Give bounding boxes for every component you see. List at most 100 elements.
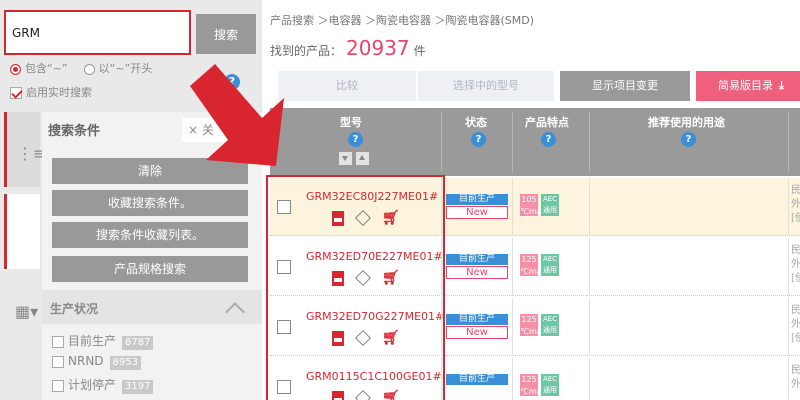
part-number-highlight-box [266, 175, 445, 400]
conditions-title: 搜索条件 [48, 124, 101, 139]
aec-icon: AEC 通用 [541, 194, 559, 216]
status-badge: 目前生产 New [446, 194, 508, 219]
help-icon[interactable]: ? [541, 132, 556, 147]
radio-contains-label: 包含“~” [25, 62, 68, 75]
cell-divider [788, 358, 789, 400]
search-button[interactable]: 搜索 [196, 14, 256, 54]
realtime-search-label: 启用实时搜索 [26, 86, 92, 99]
column-divider [512, 112, 513, 172]
found-number: 20937 [346, 36, 410, 60]
feature-icons: 125 ℃max AEC 通用 [520, 254, 559, 276]
help-icon[interactable]: ? [471, 132, 486, 147]
cell-divider [512, 238, 513, 296]
found-unit: 件 [413, 44, 426, 58]
cell-divider [512, 358, 513, 400]
temp-value: 125 [521, 315, 537, 324]
breadcrumb[interactable]: 产品搜索 ＞电容器 ＞陶瓷电容器 ＞陶瓷电容器(SMD) [270, 12, 534, 28]
save-search-button[interactable]: 收藏搜索条件。 [52, 190, 248, 216]
compare-button[interactable]: 比较 [278, 71, 416, 101]
filter-label: NRND [68, 354, 104, 368]
usage-cell: 民 外 [使 [791, 245, 800, 284]
cell-divider [788, 178, 789, 236]
chevron-up-icon[interactable] [228, 302, 242, 316]
close-conditions-button[interactable]: × 关 [182, 118, 237, 142]
status-text: 目前生产 [446, 314, 508, 325]
tree-view-tab[interactable]: ⋮≡ [4, 112, 46, 187]
column-divider [788, 112, 789, 172]
feature-icons: 125 ℃max AEC 通用 [520, 314, 559, 336]
cell-divider [788, 238, 789, 296]
radio-starts-with[interactable]: 以“~”开头 [83, 60, 153, 76]
aec-icon: AEC 通用 [541, 314, 559, 336]
download-icon: ⤓ [779, 79, 784, 92]
left-panel: 搜索 包含“~” 以“~”开头 ? 启用实时搜索 ⋮≡ ▦▾ 搜索条件 × 关 … [0, 0, 262, 400]
filter-current-production[interactable]: 目前生产 8787 [52, 332, 154, 350]
new-badge: New [446, 206, 508, 219]
radio-unselected-icon [83, 63, 95, 75]
filter-count: 8953 [109, 356, 141, 370]
filter-label: 计划停产 [68, 378, 117, 392]
temp-value: 105 [521, 195, 537, 204]
cell-divider [589, 178, 590, 236]
clear-button[interactable]: 清除 [52, 158, 248, 184]
temp-value: 125 [521, 375, 537, 384]
simple-catalog-label: 简易版目录 [718, 79, 774, 92]
temperature-icon: 125 ℃max [520, 314, 546, 336]
temperature-icon: 105 ℃max [520, 194, 546, 216]
help-icon[interactable]: ? [348, 132, 363, 147]
feature-icons: 105 ℃max AEC 通用 [520, 194, 559, 216]
search-conditions-panel: 搜索条件 × 关 清除 收藏搜索条件。 搜索条件收藏列表。 产品规格搜索 生产状… [42, 112, 262, 400]
sort-desc-icon[interactable] [339, 152, 352, 165]
column-features: 产品特点 [525, 116, 569, 129]
usage-cell: 民 外 [791, 365, 800, 390]
aec-icon: AEC 通用 [541, 254, 559, 276]
search-input[interactable] [4, 10, 191, 55]
status-text: 目前生产 [446, 374, 508, 385]
cell-divider [589, 238, 590, 296]
usage-cell: 民 外 [使 [791, 185, 800, 224]
checkbox-icon [52, 379, 64, 392]
column-model: 型号 [340, 116, 362, 129]
show-changes-button[interactable]: 显示项目变更 [560, 71, 690, 101]
cell-divider [512, 298, 513, 356]
filter-planned-discontinuation[interactable]: 计划停产 3197 [52, 376, 154, 394]
filter-count: 3197 [122, 380, 154, 394]
checkbox-checked-icon [10, 87, 22, 99]
checkbox-icon [52, 335, 64, 348]
temperature-icon: 125 ℃max [520, 374, 546, 396]
section-title: 生产状况 [50, 302, 99, 316]
filter-label: 目前生产 [68, 334, 117, 348]
table-filter-icon: ▦▾ [15, 302, 39, 321]
cell-divider [589, 298, 590, 356]
filter-nrnd[interactable]: NRND 8953 [52, 354, 141, 370]
column-usage: 推荐使用的用途 [648, 116, 725, 129]
radio-selected-icon [10, 63, 21, 75]
status-text: 目前生产 [446, 254, 508, 265]
results-count: 找到的产品： 20937 件 [270, 36, 426, 60]
simple-catalog-button[interactable]: 简易版目录 ⤓ [696, 71, 800, 101]
status-badge: 目前生产 New [446, 254, 508, 279]
table-view-tab[interactable]: ▦▾ [4, 194, 40, 321]
production-status-section[interactable]: 生产状况 [42, 290, 262, 324]
aec-icon: AEC 通用 [541, 374, 559, 396]
status-text: 目前生产 [446, 194, 508, 205]
help-icon[interactable]: ? [681, 132, 696, 147]
status-badge: 目前生产 New [446, 314, 508, 339]
found-label: 找到的产品： [270, 44, 343, 58]
selected-model-button[interactable]: 选择中的型号 [418, 71, 554, 101]
cell-divider [589, 358, 590, 400]
spec-search-button[interactable]: 产品规格搜索 [52, 256, 248, 282]
saved-search-list-button[interactable]: 搜索条件收藏列表。 [52, 222, 248, 248]
usage-cell: 民 外 [使 [791, 305, 800, 344]
status-badge: 目前生产 [446, 374, 508, 385]
cell-divider [512, 178, 513, 236]
column-divider [441, 112, 442, 172]
checkbox-icon [52, 355, 64, 368]
radio-contains[interactable]: 包含“~” [10, 60, 68, 76]
search-mode-options: 包含“~” 以“~”开头 [10, 60, 152, 76]
side-icon-strip: ⋮≡ ▦▾ [0, 104, 46, 400]
radio-starts-label: 以“~”开头 [98, 62, 153, 75]
sort-asc-icon[interactable] [356, 152, 369, 165]
help-icon[interactable]: ? [224, 74, 240, 90]
realtime-search-toggle[interactable]: 启用实时搜索 [10, 84, 92, 100]
